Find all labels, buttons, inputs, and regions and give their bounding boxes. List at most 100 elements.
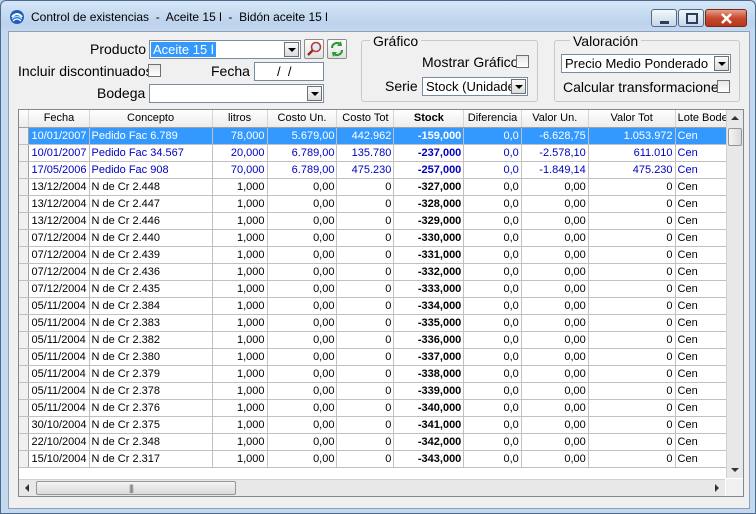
cell-valor-un[interactable]: 0,00 bbox=[521, 229, 589, 247]
row-indicator[interactable] bbox=[19, 195, 30, 213]
cell-fecha[interactable]: 10/01/2007 bbox=[28, 144, 90, 162]
cell-concepto[interactable]: N de Cr 2.435 bbox=[89, 280, 213, 298]
cell-stock[interactable]: -338,000 bbox=[393, 365, 465, 383]
cell-costo-tot[interactable]: 0 bbox=[336, 399, 395, 417]
cell-concepto[interactable]: N de Cr 2.376 bbox=[89, 399, 213, 417]
cell-costo-tot[interactable]: 0 bbox=[336, 433, 395, 451]
scroll-up-button[interactable] bbox=[727, 110, 743, 126]
cell-fecha[interactable]: 13/12/2004 bbox=[28, 178, 90, 196]
chevron-down-icon[interactable] bbox=[714, 56, 729, 71]
table-row[interactable]: 05/11/2004 N de Cr 2.383 1,000 0,00 0 -335,00… bbox=[19, 314, 743, 332]
row-indicator[interactable] bbox=[19, 178, 30, 196]
cell-stock[interactable]: -337,000 bbox=[393, 348, 465, 366]
cell-stock[interactable]: -330,000 bbox=[393, 229, 465, 247]
table-row[interactable]: 10/01/2007 Pedido Fac 34.567 20,000 6.789,0… bbox=[19, 144, 743, 162]
cell-costo-un[interactable]: 0,00 bbox=[267, 314, 338, 332]
cell-litros[interactable]: 1,000 bbox=[212, 433, 268, 451]
table-row[interactable]: 15/10/2004 N de Cr 2.317 1,000 0,00 0 -343,00… bbox=[19, 450, 743, 468]
cell-stock[interactable]: -335,000 bbox=[393, 314, 465, 332]
row-indicator[interactable] bbox=[19, 229, 30, 247]
cell-valor-un[interactable]: -1.849,14 bbox=[521, 161, 589, 179]
valoracion-combo[interactable]: Precio Medio Ponderado bbox=[561, 54, 731, 73]
cell-fecha[interactable]: 05/11/2004 bbox=[28, 314, 90, 332]
cell-concepto[interactable]: Pedido Fac 6.789 bbox=[89, 127, 213, 145]
row-indicator[interactable] bbox=[19, 365, 30, 383]
row-indicator[interactable] bbox=[19, 144, 30, 162]
cell-fecha[interactable]: 07/12/2004 bbox=[28, 280, 90, 298]
cell-costo-tot[interactable]: 0 bbox=[336, 450, 395, 468]
row-indicator[interactable] bbox=[19, 433, 30, 451]
table-row[interactable]: 05/11/2004 N de Cr 2.380 1,000 0,00 0 -337,00… bbox=[19, 348, 743, 366]
cell-diferencia[interactable]: 0,0 bbox=[463, 195, 522, 213]
cell-costo-tot[interactable]: 0 bbox=[336, 348, 395, 366]
cell-valor-un[interactable]: -6.628,75 bbox=[521, 127, 589, 145]
mostrar-grafico-checkbox[interactable] bbox=[516, 55, 529, 68]
cell-costo-tot[interactable]: 0 bbox=[336, 314, 395, 332]
col-header-concepto[interactable]: Concepto bbox=[89, 110, 213, 128]
table-row[interactable]: 17/05/2006 Pedido Fac 908 70,000 6.789,00 47… bbox=[19, 161, 743, 179]
cell-diferencia[interactable]: 0,0 bbox=[463, 365, 522, 383]
row-indicator[interactable] bbox=[19, 416, 30, 434]
cell-valor-un[interactable]: 0,00 bbox=[521, 450, 589, 468]
cell-diferencia[interactable]: 0,0 bbox=[463, 280, 522, 298]
table-row[interactable]: 07/12/2004 N de Cr 2.435 1,000 0,00 0 -333,00… bbox=[19, 280, 743, 298]
cell-concepto[interactable]: N de Cr 2.383 bbox=[89, 314, 213, 332]
cell-valor-tot[interactable]: 0 bbox=[588, 365, 676, 383]
cell-litros[interactable]: 1,000 bbox=[212, 450, 268, 468]
cell-fecha[interactable]: 05/11/2004 bbox=[28, 348, 90, 366]
cell-stock[interactable]: -333,000 bbox=[393, 280, 465, 298]
cell-diferencia[interactable]: 0,0 bbox=[463, 127, 522, 145]
cell-concepto[interactable]: N de Cr 2.317 bbox=[89, 450, 213, 468]
cell-litros[interactable]: 1,000 bbox=[212, 416, 268, 434]
cell-fecha[interactable]: 05/11/2004 bbox=[28, 365, 90, 383]
cell-stock[interactable]: -331,000 bbox=[393, 246, 465, 264]
cell-stock[interactable]: -329,000 bbox=[393, 212, 465, 230]
cell-costo-un[interactable]: 0,00 bbox=[267, 399, 338, 417]
cell-diferencia[interactable]: 0,0 bbox=[463, 382, 522, 400]
cell-valor-un[interactable]: 0,00 bbox=[521, 433, 589, 451]
chevron-down-icon[interactable] bbox=[511, 79, 526, 94]
cell-litros[interactable]: 1,000 bbox=[212, 280, 268, 298]
chevron-down-icon[interactable] bbox=[307, 86, 322, 101]
cell-valor-un[interactable]: 0,00 bbox=[521, 195, 589, 213]
row-indicator[interactable] bbox=[19, 314, 30, 332]
row-indicator[interactable] bbox=[19, 212, 30, 230]
cell-costo-tot[interactable]: 0 bbox=[336, 195, 395, 213]
cell-costo-tot[interactable]: 0 bbox=[336, 416, 395, 434]
scroll-left-button[interactable] bbox=[19, 480, 35, 496]
cell-litros[interactable]: 1,000 bbox=[212, 382, 268, 400]
cell-costo-tot[interactable]: 0 bbox=[336, 246, 395, 264]
cell-fecha[interactable]: 17/05/2006 bbox=[28, 161, 90, 179]
cell-concepto[interactable]: N de Cr 2.382 bbox=[89, 331, 213, 349]
cell-concepto[interactable]: N de Cr 2.440 bbox=[89, 229, 213, 247]
chevron-down-icon[interactable] bbox=[284, 42, 299, 57]
cell-costo-tot[interactable]: 0 bbox=[336, 178, 395, 196]
cell-costo-un[interactable]: 0,00 bbox=[267, 229, 338, 247]
cell-stock[interactable]: -340,000 bbox=[393, 399, 465, 417]
cell-litros[interactable]: 1,000 bbox=[212, 314, 268, 332]
cell-valor-tot[interactable]: 0 bbox=[588, 399, 676, 417]
cell-concepto[interactable]: N de Cr 2.378 bbox=[89, 382, 213, 400]
search-button[interactable] bbox=[304, 39, 324, 59]
title-bar[interactable]: Control de existencias - Aceite 15 l - B… bbox=[1, 1, 755, 31]
cell-stock[interactable]: -237,000 bbox=[393, 144, 465, 162]
col-header-litros[interactable]: litros bbox=[212, 110, 268, 128]
cell-fecha[interactable]: 15/10/2004 bbox=[28, 450, 90, 468]
cell-valor-un[interactable]: 0,00 bbox=[521, 348, 589, 366]
vertical-scrollbar[interactable] bbox=[726, 110, 743, 478]
row-indicator[interactable] bbox=[19, 399, 30, 417]
producto-combo[interactable]: Aceite 15 l bbox=[149, 40, 301, 59]
cell-valor-un[interactable]: 0,00 bbox=[521, 365, 589, 383]
cell-fecha[interactable]: 10/01/2007 bbox=[28, 127, 90, 145]
cell-costo-un[interactable]: 0,00 bbox=[267, 450, 338, 468]
cell-valor-tot[interactable]: 0 bbox=[588, 382, 676, 400]
cell-fecha[interactable]: 13/12/2004 bbox=[28, 212, 90, 230]
row-indicator[interactable] bbox=[19, 348, 30, 366]
cell-concepto[interactable]: N de Cr 2.447 bbox=[89, 195, 213, 213]
cell-stock[interactable]: -336,000 bbox=[393, 331, 465, 349]
table-row[interactable]: 30/10/2004 N de Cr 2.375 1,000 0,00 0 -341,00… bbox=[19, 416, 743, 434]
table-row[interactable]: 05/11/2004 N de Cr 2.378 1,000 0,00 0 -339,00… bbox=[19, 382, 743, 400]
close-button[interactable] bbox=[705, 9, 747, 27]
cell-concepto[interactable]: N de Cr 2.384 bbox=[89, 297, 213, 315]
table-row[interactable]: 22/10/2004 N de Cr 2.348 1,000 0,00 0 -342,00… bbox=[19, 433, 743, 451]
